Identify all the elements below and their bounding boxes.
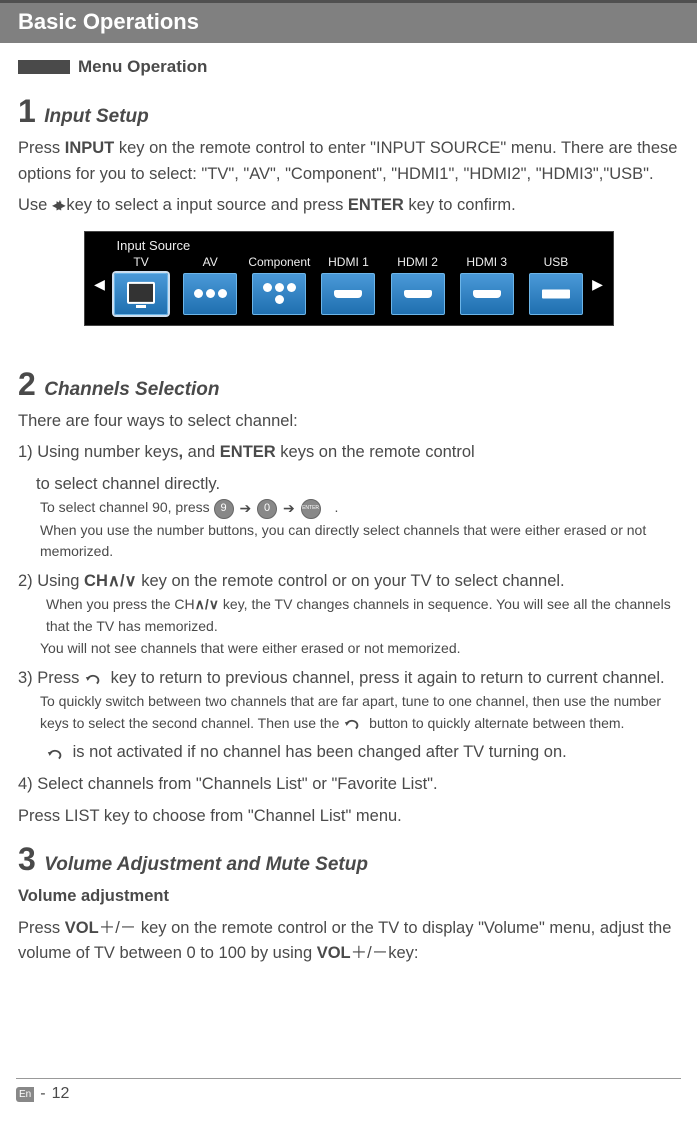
- input-source-panel: Input Source ◀ TV AV Component HDMI 1: [84, 231, 614, 326]
- hdmi-icon: [321, 273, 375, 315]
- source-item-hdmi3[interactable]: HDMI 3: [454, 255, 520, 315]
- source-item-component[interactable]: Component: [246, 255, 312, 315]
- page-number: 12: [52, 1085, 70, 1103]
- key-9-icon: 9: [214, 499, 234, 519]
- input-source-row: ◀ TV AV Component HDMI 1: [85, 253, 613, 315]
- step-1-title: Input Setup: [44, 106, 148, 127]
- source-item-hdmi1[interactable]: HDMI 1: [315, 255, 381, 315]
- key-0-icon: 0: [257, 499, 277, 519]
- method-1-line-2: to select channel directly.: [36, 472, 679, 498]
- step-3-title: Volume Adjustment and Mute Setup: [44, 854, 368, 875]
- source-item-tv[interactable]: TV: [108, 255, 174, 315]
- return-icon: [46, 745, 68, 761]
- method-3-note: To quickly switch between two channels t…: [40, 691, 679, 734]
- hdmi-icon: [460, 273, 514, 315]
- left-right-arrow-icon: ◀/▶: [52, 196, 62, 215]
- step-2-title: Channels Selection: [44, 379, 219, 400]
- footer-dash: -: [40, 1085, 45, 1103]
- component-icon: [252, 273, 306, 315]
- method-1-note-1: To select channel 90, press 9 ➔ 0 ➔ ENTE…: [40, 497, 679, 519]
- method-4-line-2: Press LIST key to choose from "Channel L…: [18, 804, 679, 830]
- language-badge: En: [16, 1087, 34, 1102]
- method-4-line-1: 4) Select channels from "Channels List" …: [18, 772, 679, 798]
- step-1-heading: 1 Input Setup: [18, 93, 679, 130]
- method-2-line: 2) Using CH∧/∨ key on the remote control…: [18, 569, 679, 595]
- arrow-right-icon: ➔: [239, 500, 251, 516]
- return-icon: [343, 716, 365, 732]
- nav-left-icon[interactable]: ◀: [93, 276, 107, 293]
- step-2-intro: There are four ways to select channel:: [18, 409, 679, 435]
- source-item-usb[interactable]: USB: [523, 255, 589, 315]
- method-3-note-2: is not activated if no channel has been …: [46, 740, 679, 766]
- source-item-hdmi2[interactable]: HDMI 2: [385, 255, 451, 315]
- section-marker: [18, 60, 70, 74]
- page-header-title: Basic Operations: [18, 9, 199, 34]
- method-2-note-2: You will not see channels that were eith…: [40, 638, 679, 660]
- key-enter-icon: ENTER: [301, 499, 321, 519]
- step-3-subheading: Volume adjustment: [18, 884, 679, 910]
- av-icon: [183, 273, 237, 315]
- input-source-items: TV AV Component HDMI 1 HDMI 2: [107, 255, 591, 315]
- step-2-heading: 2 Channels Selection: [18, 366, 679, 403]
- method-3-line: 3) Press key to return to previous chann…: [18, 666, 679, 692]
- chevron-up-down-icon: ∧/∨: [195, 596, 219, 612]
- return-icon: [84, 670, 106, 686]
- source-item-av[interactable]: AV: [177, 255, 243, 315]
- method-1-note-2: When you use the number buttons, you can…: [40, 520, 679, 563]
- step-3-paragraph: Press VOL＋/－ key on the remote control o…: [18, 916, 679, 967]
- section-heading-row: Menu Operation: [18, 57, 679, 77]
- step-1-number: 1: [18, 93, 36, 129]
- input-source-title: Input Source: [85, 232, 613, 253]
- chevron-up-down-icon: ∧/∨: [108, 572, 137, 590]
- step-1-paragraph-1: Press INPUT key on the remote control to…: [18, 136, 679, 187]
- page-footer: En - 12: [16, 1078, 681, 1103]
- section-heading: Menu Operation: [78, 57, 207, 77]
- tv-icon: [114, 273, 168, 315]
- hdmi-icon: [391, 273, 445, 315]
- usb-icon: [529, 273, 583, 315]
- page-content: Menu Operation 1 Input Setup Press INPUT…: [0, 57, 697, 967]
- step-3-heading: 3 Volume Adjustment and Mute Setup: [18, 841, 679, 878]
- nav-right-icon[interactable]: ▶: [591, 276, 605, 293]
- step-2-number: 2: [18, 366, 36, 402]
- step-1-paragraph-2: Use ◀/▶ key to select a input source and…: [18, 193, 679, 219]
- method-2-note-1: When you press the CH∧/∨ key, the TV cha…: [46, 594, 679, 637]
- arrow-right-icon: ➔: [283, 500, 295, 516]
- page-header: Basic Operations: [0, 0, 697, 43]
- step-3-number: 3: [18, 841, 36, 877]
- method-1-line-1: 1) Using number keys, and ENTER keys on …: [18, 440, 679, 466]
